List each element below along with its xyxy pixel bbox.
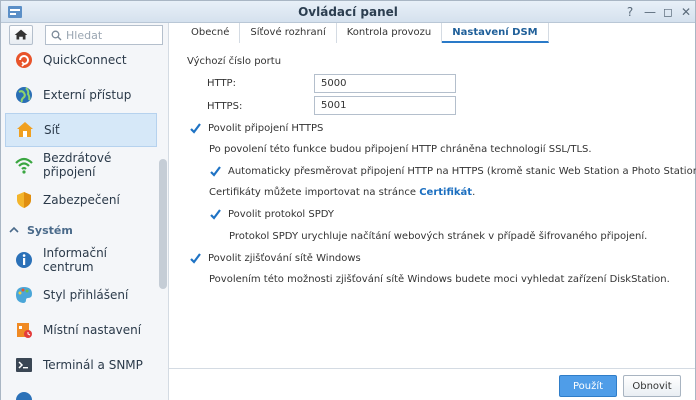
https-port-input[interactable]	[314, 96, 456, 115]
port-heading: Výchozí číslo portu	[187, 56, 282, 67]
scrollbar-thumb[interactable]	[159, 159, 167, 289]
control-panel-window: Ovládací panel ? — ◻ ✕ Hledat QuickConne…	[0, 0, 696, 400]
sidebar-item-label: Terminál a SNMP	[43, 358, 143, 372]
http-port-input[interactable]	[314, 74, 456, 93]
enable-wsd-checkbox[interactable]	[189, 252, 202, 265]
enable-wsd-row[interactable]: Povolit zjišťování sítě Windows	[189, 252, 361, 265]
sidebar-scrollbar[interactable]	[159, 49, 167, 398]
tab-traffic-control[interactable]: Kontrola provozu	[336, 23, 443, 43]
sidebar: QuickConnect Externí přístup Síť Bezdr	[1, 23, 169, 400]
sidebar-item-label: Bezdrátové připojení	[43, 151, 112, 179]
certificate-link[interactable]: Certifikát	[419, 187, 472, 198]
footer-bar: Použít Obnovit	[169, 368, 695, 400]
enable-spdy-row[interactable]: Povolit protokol SPDY	[209, 208, 334, 221]
http-label: HTTP:	[207, 78, 236, 89]
tab-bar: Obecné Síťové rozhraní Kontrola provozu …	[181, 23, 549, 43]
search-box	[45, 25, 163, 45]
home-network-icon	[17, 122, 33, 137]
sidebar-item-label: QuickConnect	[43, 53, 127, 67]
tab-dsm-settings[interactable]: Nastavení DSM	[442, 23, 549, 43]
info-icon	[16, 252, 32, 268]
title-bar: Ovládací panel ? — ◻ ✕	[1, 1, 695, 23]
globe-icon	[16, 87, 32, 103]
quickconnect-icon	[16, 52, 32, 68]
revert-button[interactable]: Obnovit	[623, 375, 681, 397]
shield-icon	[17, 192, 31, 208]
close-icon[interactable]: ✕	[678, 4, 694, 20]
enable-https-row[interactable]: Povolit připojení HTTPS	[189, 122, 323, 135]
sidebar-item-partial[interactable]	[5, 383, 157, 400]
sidebar-item-network[interactable]: Síť	[5, 113, 157, 147]
terminal-icon	[16, 358, 32, 372]
enable-wsd-label: Povolit zjišťování sítě Windows	[208, 253, 361, 264]
wsd-description: Povolením této možnosti zjišťování sítě …	[209, 274, 670, 285]
enable-https-label: Povolit připojení HTTPS	[208, 123, 324, 134]
home-icon	[14, 29, 28, 40]
sidebar-item-label: Místní nastavení	[43, 323, 142, 337]
sidebar-item-wireless[interactable]: Bezdrátové připojení	[5, 148, 157, 182]
enable-https-checkbox[interactable]	[189, 122, 202, 135]
main-panel: Obecné Síťové rozhraní Kontrola provozu …	[169, 23, 696, 400]
help-icon[interactable]: ?	[622, 4, 638, 20]
window-title: Ovládací panel	[298, 5, 398, 19]
minimize-icon[interactable]: —	[642, 4, 658, 20]
maximize-icon[interactable]: ◻	[660, 4, 676, 20]
spdy-description: Protokol SPDY urychluje načítání webovýc…	[229, 231, 648, 242]
palette-icon	[16, 287, 32, 303]
tab-general[interactable]: Obecné	[181, 23, 241, 43]
chevron-up-icon	[9, 226, 19, 233]
sidebar-item-terminal[interactable]: Terminál a SNMP	[5, 348, 157, 382]
section-label: Systém	[27, 223, 73, 237]
sidebar-item-external-access[interactable]: Externí přístup	[5, 78, 157, 112]
https-label: HTTPS:	[207, 101, 243, 112]
sidebar-item-label: Externí přístup	[43, 88, 132, 102]
section-header-system[interactable]: Systém	[9, 221, 159, 239]
sidebar-item-label: Zabezpečení	[43, 193, 120, 207]
sidebar-item-info-center[interactable]: Informační centrum	[5, 243, 157, 277]
certificate-text: Certifikáty můžete importovat na stránce…	[209, 187, 475, 198]
sidebar-item-quickconnect[interactable]: QuickConnect	[5, 43, 157, 77]
auto-redirect-row[interactable]: Automaticky přesměrovat připojení HTTP n…	[209, 165, 696, 178]
app-icon	[16, 392, 32, 400]
enable-spdy-checkbox[interactable]	[209, 208, 222, 221]
wifi-icon	[15, 157, 33, 174]
https-description: Po povolení této funkce budou připojení …	[209, 144, 592, 155]
search-icon	[51, 30, 62, 41]
home-button[interactable]	[9, 25, 33, 45]
certificate-text-end: .	[472, 187, 476, 198]
auto-redirect-label: Automaticky přesměrovat připojení HTTP n…	[228, 166, 696, 177]
auto-redirect-checkbox[interactable]	[209, 165, 222, 178]
regional-icon	[17, 323, 32, 338]
search-input[interactable]	[66, 27, 160, 43]
apply-button[interactable]: Použít	[559, 375, 617, 397]
tab-network-interface[interactable]: Síťové rozhraní	[240, 23, 337, 43]
sidebar-item-regional[interactable]: Místní nastavení	[5, 313, 157, 347]
sidebar-item-label: Síť	[44, 123, 60, 137]
sidebar-item-label: Informační centrum	[43, 246, 108, 274]
enable-spdy-label: Povolit protokol SPDY	[228, 209, 335, 220]
sidebar-item-login-style[interactable]: Styl přihlášení	[5, 278, 157, 312]
certificate-text-prefix: Certifikáty můžete importovat na stránce	[209, 187, 420, 198]
sidebar-item-label: Styl přihlášení	[43, 288, 129, 302]
sidebar-item-security[interactable]: Zabezpečení	[5, 183, 157, 217]
